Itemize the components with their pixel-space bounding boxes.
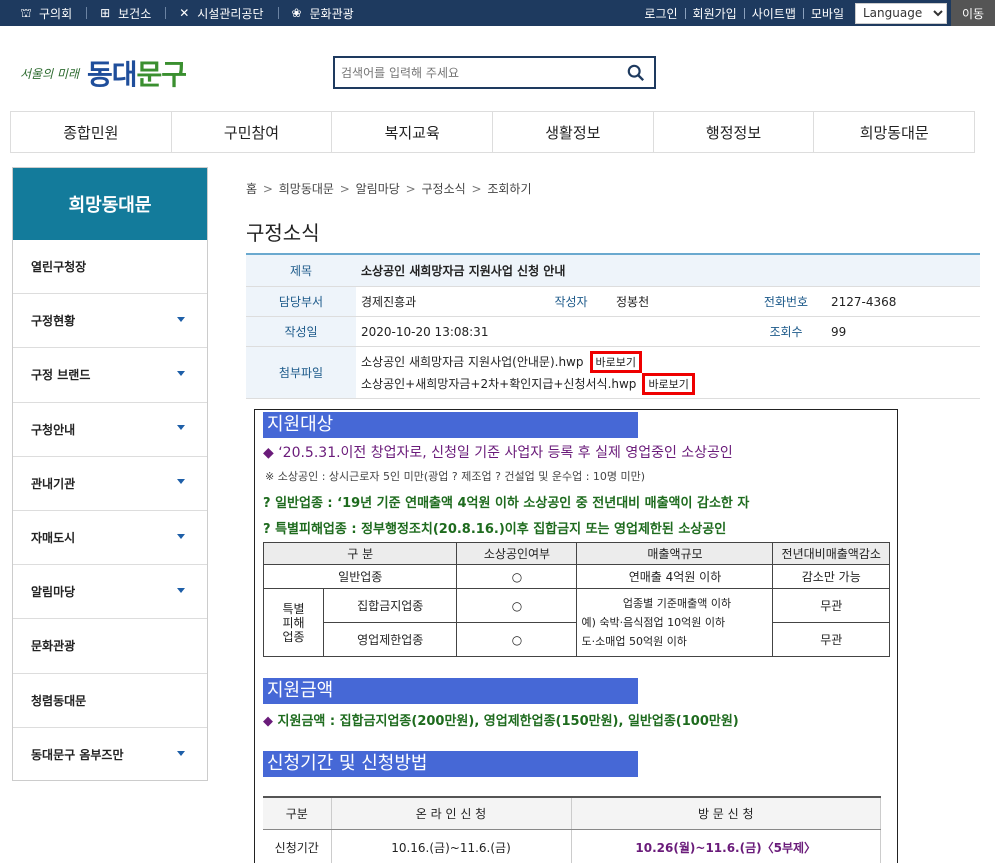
post-author: 정봉천 <box>616 295 650 309</box>
breadcrumb-news[interactable]: 구정소식 <box>421 182 465 196</box>
chevron-down-icon <box>177 479 185 485</box>
sidebar-item-brand[interactable]: 구정 브랜드 <box>13 348 207 403</box>
sidebar-item-institutions[interactable]: 관내기관 <box>13 457 207 511</box>
sidebar-item-mayor[interactable]: 열린구청장 <box>13 240 207 295</box>
language-go-button[interactable]: 이동 <box>951 0 995 26</box>
note-text: ※ 소상공인 : 상시근로자 5인 미만(광업 ? 제조업 ? 건설업 및 운수… <box>265 470 646 483</box>
attachment-view-button[interactable]: 바로보기 <box>642 372 695 395</box>
chevron-down-icon <box>177 425 185 431</box>
attachment-item: 소상공인+새희망자금+2차+확인지급+신청서식.hwp 바로보기 <box>361 372 980 395</box>
search-box <box>333 56 656 89</box>
mobile-link[interactable]: 모바일 <box>811 5 844 22</box>
eligibility-item: ? 특별피해업종 : 정부행정조치(20.8.16.)이후 집합금지 또는 영업… <box>263 522 727 537</box>
page-title: 구정소식 <box>246 221 320 245</box>
gnb-item-hope[interactable]: 희망동대문 <box>813 112 976 152</box>
breadcrumb-hope[interactable]: 희망동대문 <box>279 182 334 196</box>
search-input[interactable] <box>341 62 621 84</box>
eligibility-text: ◆ ‘20.5.31.이전 창업자로, 신청일 기준 사업자 등록 후 실제 영… <box>263 445 733 461</box>
quick-link-health-center[interactable]: ⊞ 보건소 <box>97 5 151 22</box>
breadcrumb-notices[interactable]: 알림마당 <box>356 182 400 196</box>
application-table: 구분 온 라 인 신 청 방 문 신 청 신청기간 10.16.(금)~11.6… <box>263 796 881 863</box>
divider <box>165 7 167 19</box>
post-phone: 2127-4368 <box>831 294 897 309</box>
chevron-down-icon <box>177 316 185 322</box>
attachment-file-link[interactable]: 소상공인 새희망자금 지원사업(안내문).hwp <box>361 353 584 370</box>
breadcrumb-current: 조회하기 <box>487 182 532 196</box>
chevron-down-icon <box>177 750 185 756</box>
eligibility-item: ? 일반업종 : ‘19년 기준 연매출액 4억원 이하 소상공인 중 전년대비… <box>263 496 750 511</box>
gnb-item-admin[interactable]: 행정정보 <box>652 112 814 152</box>
quick-link-facility[interactable]: ✕ 시설관리공단 <box>176 5 263 22</box>
sidebar-item-culture[interactable]: 문화관광 <box>13 619 207 674</box>
sitemap-link[interactable]: 사이트맵 <box>752 5 796 22</box>
top-utility-bar: ⛫ 구의회 ⊞ 보건소 ✕ 시설관리공단 ❀ 문화관광 로그인 회원가입 사이트… <box>0 0 995 26</box>
chevron-down-icon <box>177 533 185 539</box>
top-quick-links: ⛫ 구의회 ⊞ 보건소 ✕ 시설관리공단 ❀ 문화관광 <box>18 0 368 26</box>
gnb-item-welfare[interactable]: 복지교육 <box>331 112 492 152</box>
post-content: 지원대상 ◆ ‘20.5.31.이전 창업자로, 신청일 기준 사업자 등록 후… <box>254 409 898 863</box>
signup-link[interactable]: 회원가입 <box>693 5 737 22</box>
section-heading: 신청기간 및 신청방법 <box>263 751 638 777</box>
divider <box>743 7 745 19</box>
post-info-table: 제목 소상공인 새희망자금 지원사업 신청 안내 담당부서 경제진흥과 작성자 … <box>246 253 980 399</box>
attachment-file-link[interactable]: 소상공인+새희망자금+2차+확인지급+신청서식.hwp <box>361 375 636 392</box>
post-meta-row: 담당부서 경제진흥과 작성자 정봉천 전화번호 2127-4368 <box>246 287 980 317</box>
main-navigation: 종합민원 구민참여 복지교육 생활정보 행정정보 희망동대문 <box>10 111 976 153</box>
sidebar-title: 희망동대문 <box>13 168 207 240</box>
gnb-item-life[interactable]: 생활정보 <box>492 112 653 152</box>
sidebar-item-integrity[interactable]: 청렴동대문 <box>13 674 207 728</box>
sidebar-item-status[interactable]: 구정현황 <box>13 294 207 349</box>
health-center-icon: ⊞ <box>100 6 111 20</box>
facility-tools-icon: ✕ <box>179 6 190 20</box>
attachment-item: 소상공인 새희망자금 지원사업(안내문).hwp 바로보기 <box>361 350 980 373</box>
post-files-row: 첨부파일 소상공인 새희망자금 지원사업(안내문).hwp 바로보기 소상공인+… <box>246 347 980 399</box>
search-icon[interactable] <box>627 64 645 82</box>
council-icon: ⛫ <box>20 6 32 20</box>
sidebar-item-ombudsman[interactable]: 동대문구 옴부즈만 <box>13 728 207 782</box>
login-link[interactable]: 로그인 <box>644 5 677 22</box>
sidebar-item-office-guide[interactable]: 구청안내 <box>13 403 207 457</box>
breadcrumb-home[interactable]: 홈 <box>246 182 257 196</box>
post-title: 소상공인 새희망자금 지원사업 신청 안내 <box>361 264 566 278</box>
language-select[interactable]: Language <box>855 2 947 24</box>
sidebar-menu: 희망동대문 열린구청장 구정현황 구정 브랜드 구청안내 관내기관 자매도시 알… <box>12 167 208 781</box>
site-logo[interactable]: 서울의 미래 동대문구 <box>20 48 187 98</box>
post-date: 2020-10-20 13:08:31 <box>361 324 489 339</box>
post-title-row: 제목 소상공인 새희망자금 지원사업 신청 안내 <box>246 255 980 287</box>
gnb-item-civil[interactable]: 종합민원 <box>10 112 171 152</box>
section-heading: 지원금액 <box>263 678 638 704</box>
post-dept: 경제진흥과 <box>361 295 417 309</box>
breadcrumb: 홈 > 희망동대문 > 알림마당 > 구정소식 > 조회하기 <box>246 182 532 196</box>
attachment-view-button[interactable]: 바로보기 <box>589 350 642 373</box>
divider <box>86 7 88 19</box>
amount-text: ◆ 지원금액 : 집합금지업종(200만원), 영업제한업종(150만원), 일… <box>263 714 739 729</box>
quick-link-culture[interactable]: ❀ 문화관광 <box>289 5 353 22</box>
attachment-list: 소상공인 새희망자금 지원사업(안내문).hwp 바로보기 소상공인+새희망자금… <box>356 347 980 398</box>
sidebar-item-notices[interactable]: 알림마당 <box>13 565 207 620</box>
post-date-row: 작성일 2020-10-20 13:08:31 조회수 99 <box>246 317 980 347</box>
eligibility-table: 구 분 소상공인여부 매출액규모 전년대비매출액감소 일반업종 ○ 연매출 4억… <box>262 542 890 657</box>
divider <box>684 7 686 19</box>
chevron-down-icon <box>177 370 185 376</box>
culture-hall-icon: ❀ <box>291 6 302 20</box>
gnb-item-participation[interactable]: 구민참여 <box>170 112 332 152</box>
top-account-links: 로그인 회원가입 사이트맵 모바일 Language 이동 <box>644 0 995 26</box>
sidebar-item-sister-cities[interactable]: 자매도시 <box>13 511 207 566</box>
quick-link-council[interactable]: ⛫ 구의회 <box>18 5 72 22</box>
chevron-down-icon <box>177 587 185 593</box>
post-views: 99 <box>831 324 847 339</box>
section-heading: 지원대상 <box>263 412 638 438</box>
divider <box>277 7 279 19</box>
divider <box>802 7 804 19</box>
